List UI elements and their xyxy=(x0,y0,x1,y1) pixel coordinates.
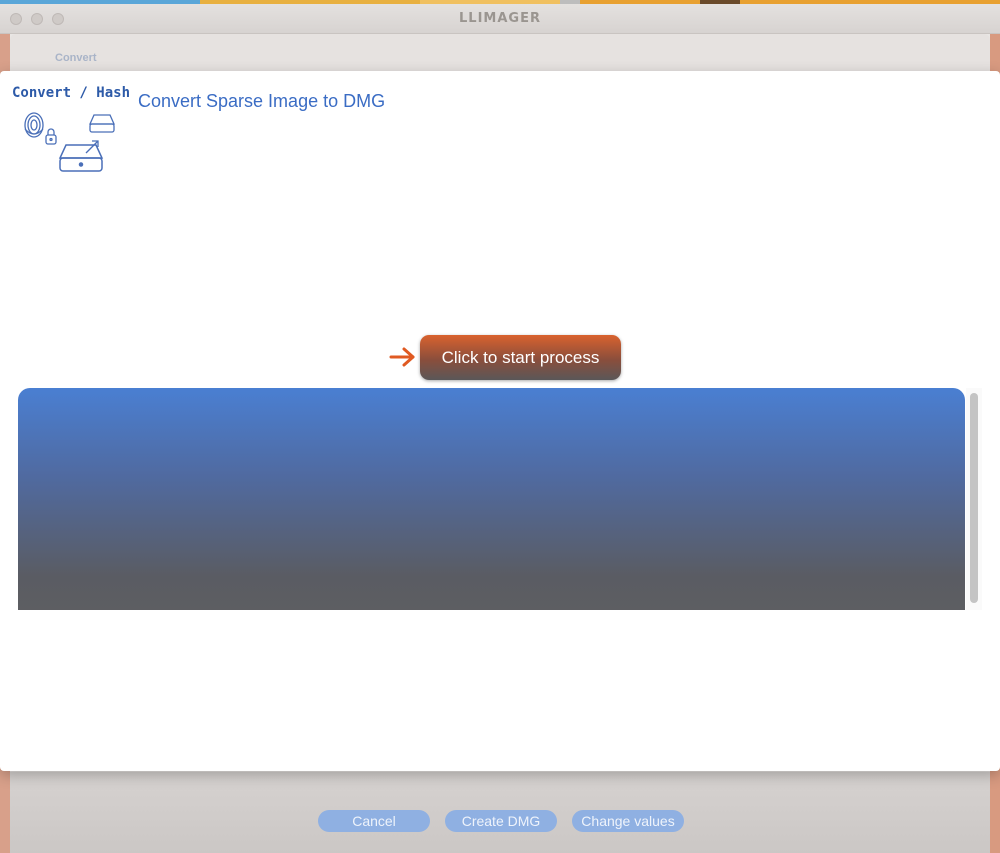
drive-icon xyxy=(88,114,116,133)
tab-convert[interactable]: Convert xyxy=(55,52,97,64)
convert-hash-logo: Convert / Hash xyxy=(8,83,130,179)
create-dmg-button[interactable]: Create DMG xyxy=(445,810,557,832)
window-titlebar: LLIMAGER xyxy=(0,4,1000,34)
arrow-right-icon xyxy=(389,347,415,367)
window-title: LLIMAGER xyxy=(459,11,541,26)
logo-title: Convert / Hash xyxy=(12,85,131,101)
process-log-output xyxy=(18,388,965,610)
change-values-button[interactable]: Change values xyxy=(572,810,684,832)
convert-hash-illustration xyxy=(24,112,116,172)
cancel-button[interactable]: Cancel xyxy=(318,810,430,832)
drive-icon xyxy=(58,144,104,172)
fingerprint-icon xyxy=(24,112,44,138)
convert-sheet: Convert / Hash Convert Sparse Image to D… xyxy=(0,71,1000,771)
start-process-button[interactable]: Click to start process xyxy=(420,335,621,380)
log-scrollbar-thumb[interactable] xyxy=(970,393,978,603)
lock-icon xyxy=(45,128,57,145)
sheet-title: Convert Sparse Image to DMG xyxy=(138,91,386,111)
